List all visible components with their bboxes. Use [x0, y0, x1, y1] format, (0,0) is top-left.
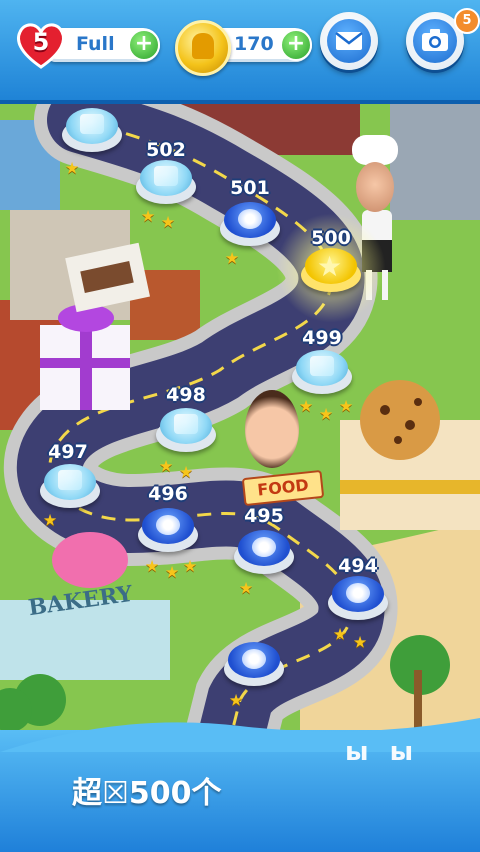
level-node-502[interactable]	[136, 160, 196, 204]
chef-face-avatar	[356, 162, 394, 212]
notification-badge: 5	[454, 8, 480, 34]
level-node-partial[interactable]	[62, 108, 122, 152]
star-icon: ★	[158, 456, 174, 476]
star-icon: ★	[318, 404, 334, 424]
level-node-499[interactable]	[292, 350, 352, 394]
coin-icon	[175, 20, 231, 76]
level-number: 498	[166, 384, 206, 406]
add-coins-button[interactable]: +	[280, 29, 312, 61]
star-icon: ★	[338, 396, 354, 416]
level-node-496[interactable]	[138, 508, 198, 552]
cookie-icon	[360, 380, 440, 460]
level-node-495[interactable]	[234, 530, 294, 574]
top-hud: Full + 5 170 + 5	[0, 0, 480, 104]
coins-count: 170	[234, 33, 274, 55]
level-number: 497	[48, 441, 88, 463]
level-node-494[interactable]	[328, 576, 388, 620]
banner-deco: ы ы	[345, 737, 420, 767]
star-icon: ★	[182, 556, 198, 576]
star-icon: ★	[298, 396, 314, 416]
star-icon: ★	[42, 510, 58, 530]
level-node-501[interactable]	[220, 202, 280, 246]
add-lives-button[interactable]: +	[128, 29, 160, 61]
star-icon: ★	[178, 462, 194, 482]
star-icon: ★	[224, 248, 240, 268]
level-number: 501	[230, 177, 270, 199]
level-node-497[interactable]	[40, 464, 100, 508]
star-icon: ★	[140, 206, 156, 226]
level-node-498[interactable]	[156, 408, 216, 452]
star-icon: ★	[160, 212, 176, 232]
star-icon: ★	[228, 690, 244, 710]
banner-text: 超☒500个	[72, 776, 222, 811]
star-icon: ★	[64, 158, 80, 178]
lives-status: Full	[76, 33, 115, 55]
player-face-avatar	[245, 390, 299, 468]
level-number: 496	[148, 483, 188, 505]
mail-button[interactable]	[320, 12, 378, 70]
star-icon: ★	[317, 250, 343, 283]
lives-count: 5	[32, 28, 50, 56]
mail-icon	[335, 32, 363, 50]
star-icon: ★	[332, 624, 348, 644]
star-icon: ★	[164, 562, 180, 582]
star-icon: ★	[238, 578, 254, 598]
level-number: 495	[244, 505, 284, 527]
level-node-500[interactable]: ★	[301, 248, 361, 292]
camera-icon	[422, 29, 448, 51]
level-number: 502	[146, 139, 186, 161]
level-number: 500	[311, 227, 351, 249]
star-icon: ★	[144, 556, 160, 576]
star-icon: ★	[352, 632, 368, 652]
level-number: 499	[302, 327, 342, 349]
level-number: 494	[338, 555, 378, 577]
level-node-lower[interactable]	[224, 642, 284, 686]
heart-icon: 5	[14, 20, 68, 70]
